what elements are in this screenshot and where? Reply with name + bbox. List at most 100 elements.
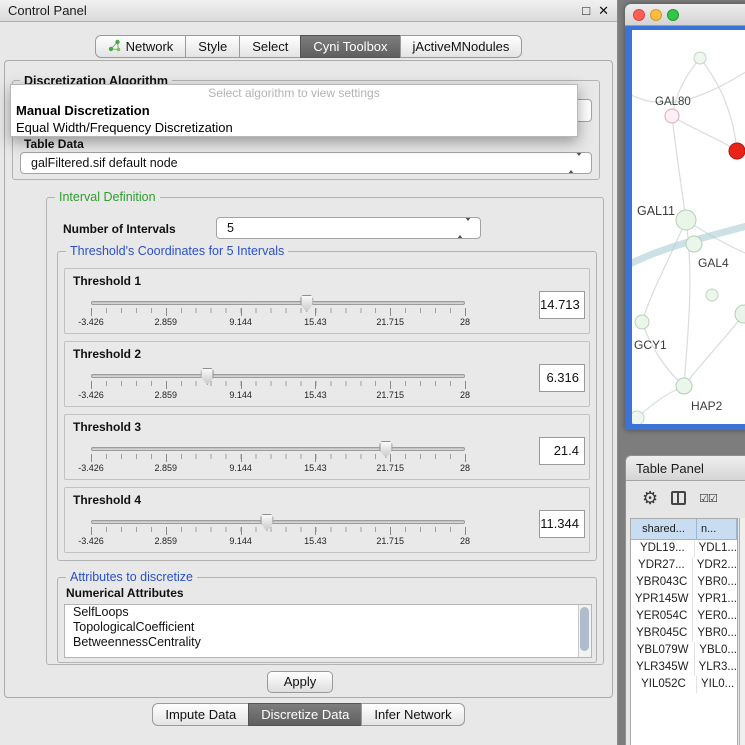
close-traffic-light[interactable] bbox=[633, 9, 645, 21]
cell-name[interactable]: YER0... bbox=[693, 608, 737, 625]
threshold-slider[interactable]: -3.426 2.859 9.144 15.43 21.715 28 bbox=[83, 514, 473, 550]
cell-shared-name[interactable]: YLR345W bbox=[631, 659, 695, 676]
number-of-intervals-combo[interactable]: 5 bbox=[216, 217, 481, 239]
network-canvas[interactable]: GAL80 GAL11 GAL4 GCY1 HAP2 bbox=[632, 30, 745, 424]
tab-discretize-data[interactable]: Discretize Data bbox=[248, 703, 362, 726]
float-window-icon[interactable]: □ bbox=[582, 1, 590, 21]
scrollbar-thumb[interactable] bbox=[580, 607, 589, 651]
slider-tick-labels: -3.426 2.859 9.144 15.43 21.715 28 bbox=[91, 463, 465, 474]
algorithm-option-equal-width[interactable]: Equal Width/Frequency Discretization bbox=[11, 119, 577, 136]
slider-ticks bbox=[91, 527, 465, 536]
tab-label: Cyni Toolbox bbox=[313, 39, 387, 54]
network-node[interactable] bbox=[632, 411, 644, 424]
table-row[interactable]: YDL19...YDL1... bbox=[631, 540, 737, 557]
table-row[interactable]: YIL052CYIL0... bbox=[631, 676, 737, 693]
threshold-slider[interactable]: -3.426 2.859 9.144 15.43 21.715 28 bbox=[83, 368, 473, 404]
network-node-gal11[interactable] bbox=[676, 210, 696, 230]
table-row[interactable]: YPR145WYPR1... bbox=[631, 591, 737, 608]
cell-name[interactable]: YBL0... bbox=[695, 642, 737, 659]
table-row[interactable]: YER054CYER0... bbox=[631, 608, 737, 625]
select-columns-icon[interactable]: ☑☑ bbox=[699, 492, 717, 505]
cell-shared-name[interactable]: YPR145W bbox=[631, 591, 693, 608]
slider-tick-labels: -3.426 2.859 9.144 15.43 21.715 28 bbox=[91, 390, 465, 401]
number-of-intervals-label: Number of Intervals bbox=[63, 222, 176, 236]
apply-button[interactable]: Apply bbox=[267, 671, 333, 693]
threshold-value-field[interactable]: 6.316 bbox=[539, 364, 585, 392]
tab-infer-network[interactable]: Infer Network bbox=[361, 703, 464, 726]
cell-name[interactable]: YPR1... bbox=[693, 591, 737, 608]
cell-shared-name[interactable]: YDL19... bbox=[631, 540, 695, 557]
tab-label: jActiveMNodules bbox=[413, 39, 510, 54]
attributes-group-title: Attributes to discretize bbox=[66, 570, 197, 584]
algorithm-option-manual[interactable]: Manual Discretization bbox=[11, 102, 577, 119]
cell-name[interactable]: YDL1... bbox=[695, 540, 737, 557]
table-row[interactable]: YDR27...YDR2... bbox=[631, 557, 737, 574]
list-item[interactable]: BetweennessCentrality bbox=[65, 635, 591, 650]
algorithm-placeholder: Select algorithm to view settings bbox=[11, 85, 577, 102]
table-panel-toolbar: ⚙ ☑☑ bbox=[626, 481, 745, 515]
list-item[interactable]: TopologicalCoefficient bbox=[65, 620, 591, 635]
list-item[interactable]: SelfLoops bbox=[65, 605, 591, 620]
combo-arrows-icon bbox=[456, 218, 472, 238]
slider-track[interactable] bbox=[91, 301, 465, 305]
slider-track[interactable] bbox=[91, 447, 465, 451]
slider-track[interactable] bbox=[91, 374, 465, 378]
table-row[interactable]: YBR043CYBR0... bbox=[631, 574, 737, 591]
table-data-combo[interactable]: galFiltered.sif default node bbox=[20, 152, 592, 174]
network-node-gal80[interactable] bbox=[665, 109, 679, 123]
network-window-titlebar bbox=[625, 4, 745, 26]
threshold-slider[interactable]: -3.426 2.859 9.144 15.43 21.715 28 bbox=[83, 441, 473, 477]
threshold-value-field[interactable]: 21.4 bbox=[539, 437, 585, 465]
cell-name[interactable]: YIL0... bbox=[697, 676, 737, 693]
attributes-scrollbar[interactable] bbox=[578, 605, 591, 657]
minimize-traffic-light[interactable] bbox=[650, 9, 662, 21]
cell-shared-name[interactable]: YIL052C bbox=[631, 676, 697, 693]
cell-name[interactable]: YLR3... bbox=[695, 659, 737, 676]
interval-definition-group: Interval Definition Number of Intervals … bbox=[46, 197, 604, 665]
network-node-gcy1[interactable] bbox=[635, 315, 649, 329]
cell-name[interactable]: YBR0... bbox=[693, 574, 737, 591]
cell-name[interactable]: YBR0... bbox=[693, 625, 737, 642]
thresholds-group-title: Threshold's Coordinates for 5 Intervals bbox=[66, 244, 288, 258]
column-header-name[interactable]: n... bbox=[697, 519, 737, 540]
tab-label: Discretize Data bbox=[261, 707, 349, 722]
network-node-gal4[interactable] bbox=[686, 236, 702, 252]
threshold-value-field[interactable]: 11.344 bbox=[539, 510, 585, 538]
network-node[interactable] bbox=[694, 52, 706, 64]
tab-jactivemodules[interactable]: jActiveMNodules bbox=[400, 35, 523, 58]
slider-ticks bbox=[91, 454, 465, 463]
cell-shared-name[interactable]: YBR043C bbox=[631, 574, 693, 591]
tab-impute-data[interactable]: Impute Data bbox=[152, 703, 249, 726]
cell-shared-name[interactable]: YBR045C bbox=[631, 625, 693, 642]
node-label: HAP2 bbox=[691, 399, 723, 413]
tab-style[interactable]: Style bbox=[185, 35, 240, 58]
gear-icon[interactable]: ⚙ bbox=[642, 489, 658, 507]
network-node-hap2[interactable] bbox=[676, 378, 692, 394]
threshold-value-field[interactable]: 14.713 bbox=[539, 291, 585, 319]
network-node[interactable] bbox=[735, 305, 745, 323]
table-row[interactable]: YBR045CYBR0... bbox=[631, 625, 737, 642]
threshold-slider[interactable]: -3.426 2.859 9.144 15.43 21.715 28 bbox=[83, 295, 473, 331]
table-header-row: shared... n... bbox=[631, 519, 737, 540]
tab-cyni-toolbox[interactable]: Cyni Toolbox bbox=[300, 35, 400, 58]
tab-network[interactable]: Network bbox=[95, 35, 187, 58]
attributes-list[interactable]: SelfLoops TopologicalCoefficient Between… bbox=[64, 604, 592, 658]
zoom-traffic-light[interactable] bbox=[667, 9, 679, 21]
cell-name[interactable]: YDR2... bbox=[693, 557, 737, 574]
tab-select[interactable]: Select bbox=[239, 35, 301, 58]
columns-icon[interactable] bbox=[671, 491, 686, 505]
column-header-shared-name[interactable]: shared... bbox=[631, 519, 697, 540]
table-scrollbar[interactable] bbox=[739, 518, 745, 745]
close-icon[interactable]: ✕ bbox=[598, 1, 609, 21]
table-row[interactable]: YBL079WYBL0... bbox=[631, 642, 737, 659]
cell-shared-name[interactable]: YBL079W bbox=[631, 642, 695, 659]
cell-shared-name[interactable]: YER054C bbox=[631, 608, 693, 625]
cell-shared-name[interactable]: YDR27... bbox=[631, 557, 693, 574]
node-label: GCY1 bbox=[634, 338, 667, 352]
table-row[interactable]: YLR345WYLR3... bbox=[631, 659, 737, 676]
tab-label: Network bbox=[126, 39, 174, 54]
slider-track[interactable] bbox=[91, 520, 465, 524]
network-node-selected[interactable] bbox=[729, 143, 745, 159]
top-tabbar: Network Style Select Cyni Toolbox jActiv… bbox=[0, 35, 617, 58]
network-node[interactable] bbox=[706, 289, 718, 301]
